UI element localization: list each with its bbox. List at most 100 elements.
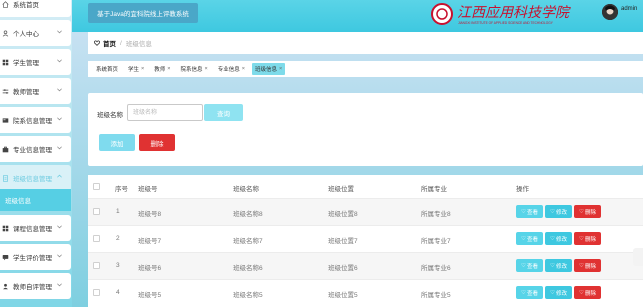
sidebar-item-student-evaluation[interactable]: 学生评价管理 — [0, 244, 71, 270]
breadcrumb-separator: / — [120, 39, 122, 47]
breadcrumb: 首页 / 班级信息 — [88, 32, 643, 54]
delete-button[interactable]: ♡ 删除 — [574, 259, 601, 272]
cell-class-name: 班级名称7 — [233, 238, 263, 245]
close-icon[interactable]: × — [279, 66, 282, 72]
cell-class-name: 班级名称5 — [233, 292, 263, 299]
delete-button[interactable]: ♡ 删除 — [574, 232, 601, 245]
sidebar-item-teacher-self-evaluation[interactable]: 教师自评管理 — [0, 273, 71, 299]
tag-department[interactable]: 院系信息 × — [177, 63, 210, 75]
add-button[interactable]: 添加 — [99, 134, 135, 151]
row-checkbox[interactable] — [93, 208, 100, 215]
sidebar-item-personal-center[interactable]: 个人中心 — [0, 20, 71, 46]
view-label: 查看 — [526, 263, 538, 270]
chevron-up-icon — [57, 174, 62, 178]
heart-icon: ♡ — [579, 208, 584, 215]
cell-class-location: 班级位置5 — [328, 292, 358, 299]
heart-icon: ♡ — [550, 208, 555, 215]
logo-en-text: JIANGXI INSTITUTE OF APPLIED SCIENCE AND… — [458, 21, 554, 25]
cell-class-code: 班级号7 — [138, 238, 162, 245]
breadcrumb-current: 班级信息 — [125, 41, 152, 48]
tag-label: 班级信息 — [254, 67, 277, 73]
view-button[interactable]: ♡ 查看 — [516, 205, 543, 218]
cell-index: 1 — [116, 208, 120, 215]
tag-label: 院系信息 — [180, 67, 203, 73]
data-table: 序号 班级号 班级名称 班级位置 所属专业 操作 1 班级号8 班级名称8 班级… — [88, 175, 643, 307]
tag-major[interactable]: 专业信息 × — [215, 63, 248, 75]
cell-major: 所属专业7 — [421, 238, 451, 245]
sidebar-item-label: 个人中心 — [13, 31, 39, 38]
tag-teacher[interactable]: 教师 × — [151, 63, 173, 75]
chevron-down-icon — [57, 146, 62, 150]
sidebar-item-label: 系统首页 — [13, 2, 39, 9]
cell-class-location: 班级位置6 — [328, 265, 358, 272]
side-scroll-handle[interactable] — [633, 248, 643, 266]
username[interactable]: admin — [621, 6, 637, 12]
search-panel: 班级名称 查询 添加 删除 — [88, 93, 643, 166]
header-class-location: 班级位置 — [328, 186, 354, 193]
close-icon[interactable]: × — [205, 66, 208, 72]
sidebar-item-course-management[interactable]: 课程信息管理 — [0, 215, 71, 241]
view-label: 查看 — [526, 236, 538, 243]
row-checkbox[interactable] — [93, 262, 100, 269]
query-button[interactable]: 查询 — [204, 104, 243, 121]
view-button[interactable]: ♡ 查看 — [516, 286, 543, 299]
row-checkbox[interactable] — [93, 235, 100, 242]
heart-icon: ♡ — [550, 235, 555, 242]
row-checkbox[interactable] — [93, 289, 100, 296]
table-row: 2 班级号7 班级名称7 班级位置7 所属专业7 ♡ 查看 ♡ 修改 ♡ 删除 — [88, 225, 643, 252]
grid-icon — [2, 59, 9, 65]
select-all-checkbox[interactable] — [93, 183, 100, 190]
sidebar-item-student-management[interactable]: 学生管理 — [0, 49, 71, 75]
table-header: 序号 班级号 班级名称 班级位置 所属专业 操作 — [88, 175, 643, 199]
tag-student[interactable]: 学生 × — [125, 63, 147, 75]
user-icon — [2, 29, 9, 37]
breadcrumb-home[interactable]: 首页 — [103, 38, 116, 48]
sidebar-item-label: 课程信息管理 — [13, 226, 52, 233]
avatar[interactable] — [602, 4, 618, 20]
grid-icon — [2, 225, 9, 231]
header-index: 序号 — [115, 186, 128, 193]
home-icon — [2, 0, 9, 8]
edit-button[interactable]: ♡ 修改 — [545, 232, 572, 245]
edit-button[interactable]: ♡ 修改 — [545, 286, 572, 299]
close-icon[interactable]: × — [141, 66, 144, 72]
cell-class-location: 班级位置8 — [328, 211, 358, 218]
cell-major: 所属专业5 — [421, 292, 451, 299]
header-class-code: 班级号 — [138, 186, 158, 193]
tag-label: 学生 — [128, 67, 140, 73]
heart-icon: ♡ — [579, 289, 584, 296]
header-class-name: 班级名称 — [233, 186, 259, 193]
heart-icon: ♡ — [521, 235, 526, 242]
sidebar-item-department-management[interactable]: 院系信息管理 — [0, 107, 71, 133]
search-input[interactable] — [127, 104, 203, 121]
tag-home[interactable]: 系统首页 — [93, 63, 121, 75]
cell-major: 所属专业8 — [421, 211, 451, 218]
delete-label: 删除 — [584, 290, 596, 297]
view-button[interactable]: ♡ 查看 — [516, 259, 543, 272]
batch-delete-button[interactable]: 删除 — [139, 134, 175, 151]
delete-button[interactable]: ♡ 删除 — [574, 286, 601, 299]
edit-button[interactable]: ♡ 修改 — [545, 205, 572, 218]
view-button[interactable]: ♡ 查看 — [516, 232, 543, 245]
tag-class-info[interactable]: 班级信息 × — [251, 63, 286, 75]
tag-label: 专业信息 — [217, 67, 240, 73]
view-label: 查看 — [526, 290, 538, 297]
close-icon[interactable]: × — [242, 66, 245, 72]
chevron-down-icon — [57, 88, 62, 92]
sidebar-subitem-class-info[interactable]: 班级信息 — [0, 189, 71, 211]
edit-label: 修改 — [555, 290, 567, 297]
heart-icon: ♡ — [521, 208, 526, 215]
delete-button[interactable]: ♡ 删除 — [574, 205, 601, 218]
edit-label: 修改 — [555, 236, 567, 243]
sidebar-item-major-management[interactable]: 专业信息管理 — [0, 136, 71, 162]
sidebar-item-teacher-management[interactable]: 教师管理 — [0, 78, 71, 104]
sidebar-item-home[interactable]: 系统首页 — [0, 0, 71, 17]
sidebar-item-label: 院系信息管理 — [13, 118, 52, 125]
heart-icon: ♡ — [521, 289, 526, 296]
sidebar-item-label: 学生管理 — [13, 60, 39, 67]
sidebar-item-class-management[interactable]: 班级信息管理 — [0, 165, 71, 191]
search-label: 班级名称 — [97, 112, 123, 119]
edit-label: 修改 — [555, 209, 567, 216]
edit-button[interactable]: ♡ 修改 — [545, 259, 572, 272]
close-icon[interactable]: × — [167, 66, 170, 72]
